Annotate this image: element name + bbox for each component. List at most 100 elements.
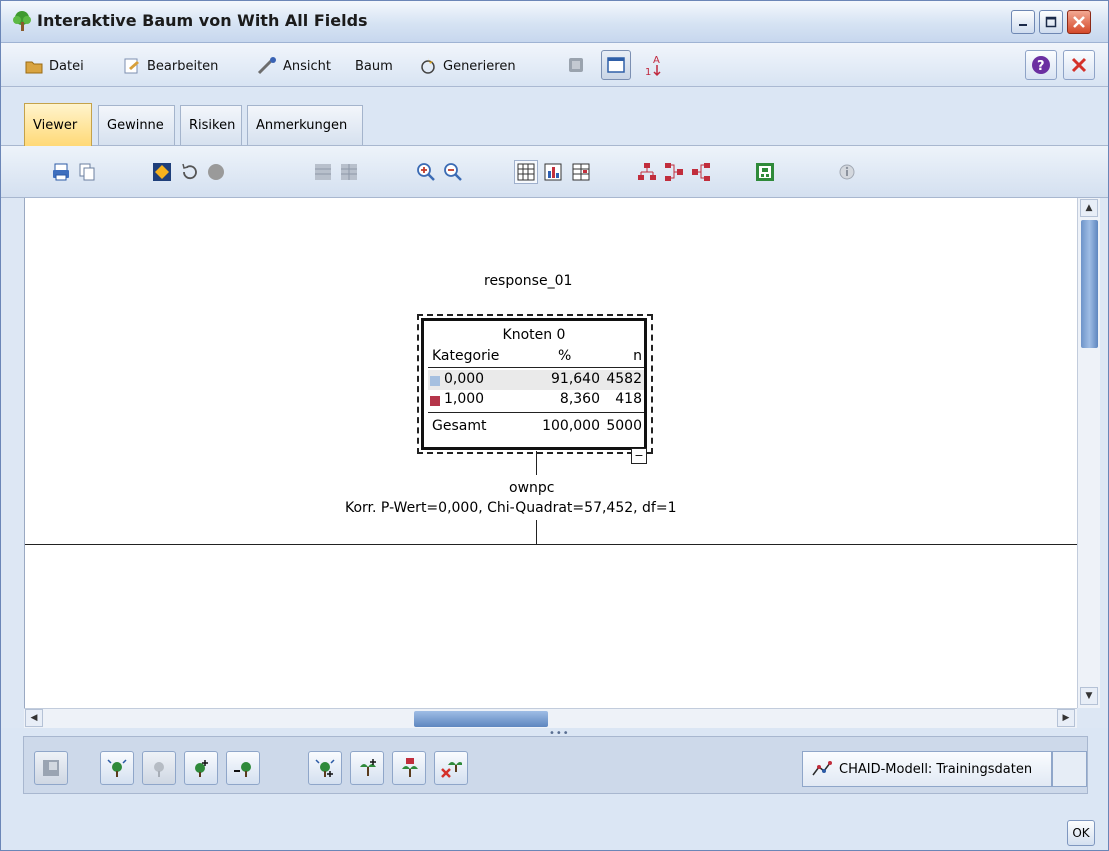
header-percent: % — [558, 348, 572, 364]
right-left-layout-button[interactable] — [689, 160, 713, 184]
top-down-layout-button[interactable] — [635, 160, 659, 184]
remove-branch-icon — [234, 762, 251, 777]
title-bar[interactable]: Interaktive Baum von With All Fields — [1, 1, 1108, 43]
grid-icon — [315, 164, 331, 180]
remove-branch-button[interactable] — [226, 751, 260, 785]
svg-text:A: A — [653, 55, 660, 66]
connector-line — [536, 520, 537, 545]
help-button[interactable]: ? — [1025, 50, 1057, 80]
target-variable-label: response_01 — [484, 273, 573, 289]
model-status: CHAID-Modell: Trainingsdaten — [802, 751, 1052, 787]
grid-view-button-a[interactable] — [311, 160, 335, 184]
horizontal-scrollbar[interactable]: ◀ ▶ — [24, 708, 1077, 728]
stack-icon — [569, 58, 583, 72]
tab-anmerkungen[interactable]: Anmerkungen — [247, 105, 363, 145]
status-cell — [1052, 751, 1087, 787]
tree-canvas[interactable]: response_01 Knoten 0 Kategorie % n 0,000… — [24, 198, 1077, 708]
printer-icon — [53, 163, 69, 181]
grow-tree-disabled-button[interactable] — [142, 751, 176, 785]
remove-split-icon — [441, 762, 462, 778]
grow-tree-prune-button[interactable] — [308, 751, 342, 785]
tree-right-left-icon — [692, 163, 710, 181]
table-chart-view-button[interactable] — [569, 160, 593, 184]
svg-text:1: 1 — [645, 67, 651, 77]
copy-icon — [79, 163, 95, 181]
header-divider — [428, 367, 644, 368]
sparkle-icon — [421, 58, 435, 74]
grow-branch-button[interactable] — [184, 751, 218, 785]
table-view-button[interactable] — [514, 160, 538, 184]
copy-button[interactable] — [75, 160, 99, 184]
grayed-tool-button[interactable] — [561, 50, 591, 80]
print-button[interactable] — [49, 160, 73, 184]
category-n: 4582 — [606, 371, 642, 387]
custom-split-button[interactable] — [392, 751, 426, 785]
viewer-toolbar — [1, 146, 1108, 198]
grow-tree-button[interactable] — [100, 751, 134, 785]
minimize-button[interactable] — [1011, 10, 1035, 34]
scroll-down-button[interactable]: ▼ — [1080, 687, 1098, 705]
tree-map-button[interactable] — [753, 160, 777, 184]
close-dialog-button[interactable] — [1063, 50, 1095, 80]
maximize-button[interactable] — [1039, 10, 1063, 34]
window: Interaktive Baum von With All Fields Dat… — [0, 0, 1109, 851]
menu-generieren[interactable]: Generieren — [419, 56, 516, 76]
split-statistics-label: Korr. P-Wert=0,000, Chi-Quadrat=57,452, … — [345, 500, 677, 516]
close-icon — [1073, 16, 1085, 28]
disabled-tool-button[interactable] — [204, 160, 228, 184]
menu-baum[interactable]: Baum — [355, 56, 393, 76]
horizontal-scroll-thumb[interactable] — [414, 711, 548, 727]
tree-icon — [13, 11, 31, 31]
tree-top-down-icon — [638, 163, 656, 180]
tree-tools-bar: CHAID-Modell: Trainingsdaten — [23, 736, 1088, 794]
table-icon — [517, 163, 535, 181]
menu-datei[interactable]: Datei — [25, 56, 84, 76]
node-title: Knoten 0 — [502, 327, 566, 343]
zoom-out-icon — [444, 163, 462, 181]
left-right-layout-button[interactable] — [662, 160, 686, 184]
info-button[interactable] — [835, 160, 859, 184]
total-percent: 100,000 — [542, 418, 600, 434]
menu-label: Datei — [49, 58, 84, 74]
tab-viewer[interactable]: Viewer — [24, 103, 92, 146]
circle-icon — [208, 164, 224, 180]
tab-bar: Viewer Gewinne Risiken Anmerkungen — [1, 88, 1108, 146]
vertical-scrollbar[interactable]: ▲ ▼ — [1077, 198, 1100, 708]
close-window-button[interactable] — [1067, 10, 1091, 34]
split-variable-label: ownpc — [509, 480, 555, 496]
refresh-button[interactable] — [177, 160, 201, 184]
total-row: Gesamt 100,000 5000 — [428, 417, 644, 437]
header-category: Kategorie — [432, 348, 500, 364]
add-branch-button[interactable] — [350, 751, 384, 785]
model-label: CHAID-Modell: Trainingsdaten — [839, 761, 1033, 777]
category-percent: 8,360 — [559, 391, 600, 407]
header-n: n — [633, 348, 642, 364]
total-label: Gesamt — [432, 418, 487, 434]
maximize-icon — [1045, 16, 1057, 28]
vertical-scroll-thumb[interactable] — [1081, 220, 1098, 348]
minimize-icon — [1019, 24, 1027, 26]
ok-button[interactable]: OK — [1067, 820, 1095, 846]
menu-ansicht[interactable]: Ansicht — [257, 56, 331, 76]
panel-toggle-button[interactable] — [34, 751, 68, 785]
remove-split-button[interactable] — [434, 751, 468, 785]
highlight-button[interactable] — [150, 160, 174, 184]
chart-view-button[interactable] — [541, 160, 565, 184]
model-icon — [812, 761, 832, 776]
tree-node-0[interactable]: Knoten 0 Kategorie % n 0,000 91,640 4582… — [421, 318, 647, 450]
brush-icon — [257, 57, 276, 75]
scroll-left-button[interactable]: ◀ — [25, 709, 43, 727]
tab-gewinne[interactable]: Gewinne — [98, 105, 175, 145]
grid-view-button-b[interactable] — [337, 160, 361, 184]
scroll-right-button[interactable]: ▶ — [1057, 709, 1075, 727]
zoom-in-button[interactable] — [414, 160, 438, 184]
collapse-node-button[interactable]: − — [631, 448, 647, 464]
bar-chart-icon — [544, 163, 562, 181]
zoom-out-button[interactable] — [441, 160, 465, 184]
grow-tree-icon — [154, 762, 164, 777]
tab-risiken[interactable]: Risiken — [180, 105, 242, 145]
menu-bearbeiten[interactable]: Bearbeiten — [123, 56, 218, 76]
sort-button[interactable]: A1 — [639, 50, 669, 80]
scroll-up-button[interactable]: ▲ — [1080, 199, 1098, 217]
print-view-button[interactable] — [601, 50, 631, 80]
